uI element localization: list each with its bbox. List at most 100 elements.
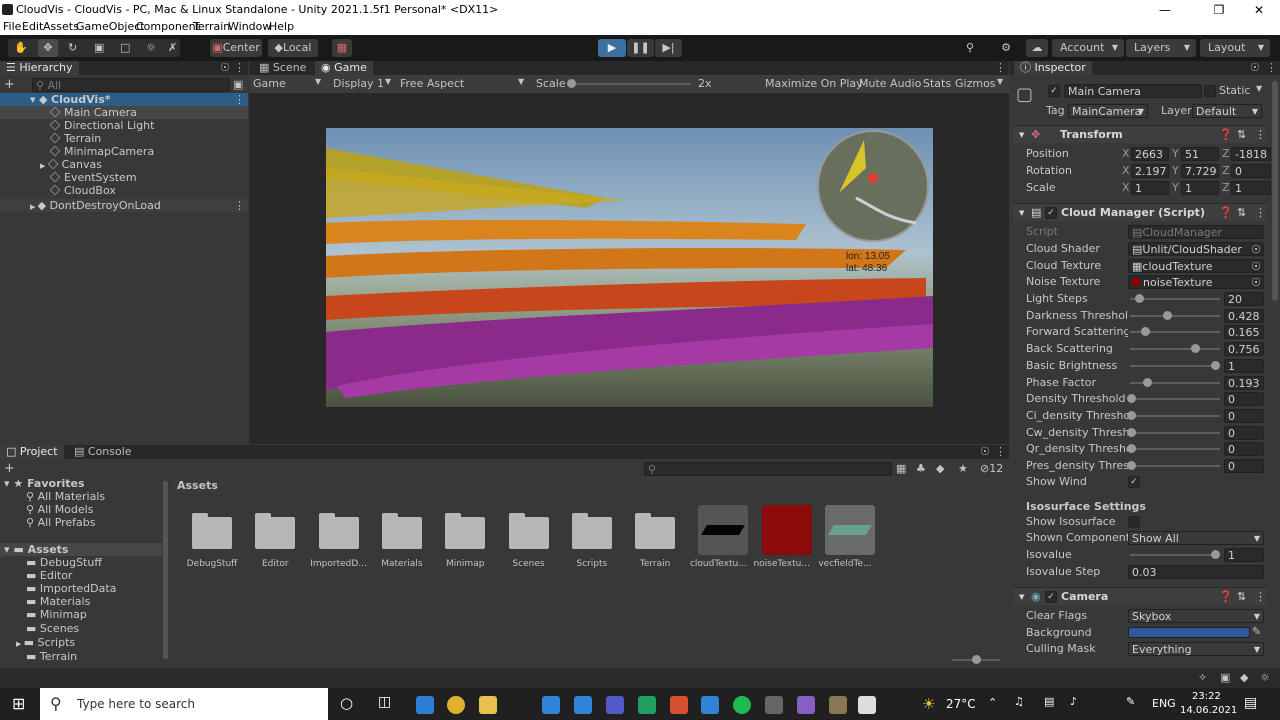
- gizmos-dropdown[interactable]: Gizmos ▼: [955, 77, 1003, 90]
- favorite-all-models[interactable]: ⚲ All Models: [26, 503, 93, 516]
- add-icon[interactable]: +: [4, 78, 18, 91]
- culling-mask-dropdown[interactable]: Everything ▼: [1128, 642, 1264, 656]
- position-z-input[interactable]: -1818: [1231, 147, 1271, 161]
- slider-knob[interactable]: [1211, 360, 1220, 370]
- kebab-menu-icon[interactable]: ⋮: [234, 93, 245, 106]
- maximize-on-play-toggle[interactable]: Maximize On Play: [765, 77, 863, 90]
- dontdestroy-row[interactable]: ▶ ◆ DontDestroyOnLoad ⋮: [0, 199, 248, 212]
- filter-icon[interactable]: ▣: [233, 78, 243, 91]
- slider-knob[interactable]: [1190, 344, 1200, 354]
- label-filter-icon[interactable]: ◆: [936, 462, 944, 475]
- slider-knob[interactable]: [1127, 427, 1136, 437]
- slider-knob[interactable]: [1127, 461, 1136, 470]
- app-icon-1[interactable]: [638, 696, 656, 714]
- progress-icon[interactable]: ◆: [1240, 671, 1248, 684]
- asset-item[interactable]: Terrain: [624, 503, 686, 573]
- windows-start-icon[interactable]: ⊞: [12, 694, 25, 713]
- hierarchy-item-terrain[interactable]: Terrain: [0, 132, 101, 145]
- slider-value-input[interactable]: 0.428: [1224, 308, 1264, 323]
- chevron-up-icon[interactable]: ⌃: [988, 696, 997, 709]
- custom-tool-icon[interactable]: ✗: [168, 39, 177, 57]
- object-picker-icon[interactable]: ☉: [1251, 243, 1261, 255]
- rotation-y-input[interactable]: 7.729: [1181, 164, 1219, 178]
- zoom-icon[interactable]: [574, 696, 592, 714]
- speaker-icon[interactable]: ♪: [1070, 695, 1077, 708]
- layout-dropdown[interactable]: Layout ▼: [1200, 39, 1270, 57]
- pivot-center-button[interactable]: ▣Center: [210, 39, 262, 57]
- help-icon[interactable]: ❓: [1219, 588, 1233, 606]
- asset-item[interactable]: noiseTextu...: [751, 503, 813, 573]
- transform-tool-icon[interactable]: ☼: [146, 39, 156, 57]
- rect-tool-icon[interactable]: □: [120, 39, 130, 57]
- mute-audio-toggle[interactable]: Mute Audio: [859, 77, 921, 90]
- camera-header[interactable]: ▼ ◉ ✓ Camera ❓ ⇅ ⋮: [1013, 587, 1267, 605]
- rotate-tool-icon[interactable]: ↻: [68, 39, 77, 57]
- eyedropper-icon[interactable]: ✎: [1252, 625, 1261, 638]
- tree-scrollbar[interactable]: [163, 481, 168, 659]
- rotation-z-input[interactable]: 0: [1231, 164, 1271, 178]
- tab-scene[interactable]: ▦ Scene: [253, 61, 312, 75]
- pause-button[interactable]: ❚❚: [627, 39, 654, 57]
- object-picker-icon[interactable]: ☉: [1251, 276, 1261, 288]
- type-filter-icon[interactable]: ♣: [916, 462, 926, 475]
- kebab-menu-icon[interactable]: ⋮: [1266, 61, 1277, 74]
- help-icon[interactable]: ❓: [1219, 204, 1233, 222]
- scale-y-axis-label[interactable]: Y: [1172, 181, 1179, 194]
- slider-value-input[interactable]: 20: [1224, 292, 1264, 306]
- network-icon[interactable]: ▤: [1044, 695, 1054, 708]
- cloud-manager-header[interactable]: ▼ ▤ ✓ Cloud Manager (Script) ❓ ⇅ ⋮: [1013, 203, 1267, 221]
- slider-value-input[interactable]: 0: [1224, 408, 1264, 423]
- cache-icon[interactable]: ▣: [1220, 671, 1230, 684]
- menu-terrain[interactable]: Terrain: [193, 20, 230, 33]
- slider-value-input[interactable]: 0: [1224, 392, 1264, 407]
- favorite-icon[interactable]: ★: [958, 462, 968, 475]
- clock-time[interactable]: 23:22: [1192, 691, 1221, 702]
- search-icon[interactable]: ⚲: [958, 39, 982, 57]
- inspector-scrollbar[interactable]: [1272, 81, 1278, 301]
- scale-x-axis-label[interactable]: X: [1122, 181, 1130, 194]
- background-color-field[interactable]: [1128, 627, 1250, 638]
- position-y-axis-label[interactable]: Y: [1172, 147, 1179, 160]
- add-icon[interactable]: +: [4, 461, 15, 476]
- tag-dropdown[interactable]: MainCamera ▼: [1068, 104, 1148, 118]
- favorite-all-prefabs[interactable]: ⚲ All Prefabs: [26, 516, 96, 529]
- project-search-input[interactable]: ⚲: [644, 462, 892, 476]
- rotation-x-axis-label[interactable]: X: [1122, 164, 1130, 177]
- slider-track[interactable]: [1130, 431, 1220, 434]
- menu-help[interactable]: Help: [269, 20, 294, 33]
- hierarchy-item-cloudbox[interactable]: CloudBox: [0, 184, 116, 197]
- tab-game[interactable]: ◉ Game: [315, 61, 373, 75]
- menu-gameobject[interactable]: GameObject: [76, 20, 145, 33]
- chrome-icon[interactable]: [447, 696, 465, 714]
- hierarchy-item-canvas[interactable]: ▶ Canvas: [0, 158, 102, 171]
- slider-track[interactable]: [1130, 364, 1220, 367]
- rotation-z-axis-label[interactable]: Z: [1222, 164, 1230, 177]
- asset-item[interactable]: Scenes: [498, 503, 560, 573]
- asset-item[interactable]: Editor: [244, 503, 306, 573]
- move-tool-icon[interactable]: ✥: [38, 39, 58, 57]
- isovalue-input[interactable]: 1: [1224, 548, 1264, 562]
- tab-console[interactable]: ▤ Console: [68, 445, 138, 459]
- cloud-icon[interactable]: ☁: [1026, 39, 1048, 57]
- slider-track[interactable]: [1130, 348, 1220, 351]
- edge-icon[interactable]: [416, 696, 434, 714]
- active-checkbox[interactable]: ✓: [1048, 85, 1060, 97]
- help-icon[interactable]: ❓: [1219, 126, 1233, 144]
- hidden-packages-icon[interactable]: ⊘12: [980, 462, 1003, 475]
- slider-track[interactable]: [1130, 448, 1220, 451]
- menu-file[interactable]: File: [3, 20, 21, 33]
- static-dropdown-chevron-icon[interactable]: ▼: [1256, 84, 1262, 93]
- collab-icon[interactable]: ⚙: [994, 39, 1018, 57]
- scale-tool-icon[interactable]: ▣: [94, 39, 104, 57]
- cloud-shader-field[interactable]: ▤Unlit/CloudShader ☉: [1128, 242, 1264, 256]
- slider-knob[interactable]: [1127, 410, 1136, 420]
- weather-temp[interactable]: 27°C: [946, 697, 976, 711]
- kebab-menu-icon[interactable]: ⋮: [1255, 204, 1266, 222]
- tab-hierarchy[interactable]: ☰ Hierarchy: [0, 61, 79, 75]
- slider-value-input[interactable]: 0.756: [1224, 342, 1264, 357]
- tab-inspector[interactable]: ⓘ Inspector: [1014, 61, 1092, 75]
- menu-component[interactable]: Component: [136, 20, 200, 33]
- clock-date[interactable]: 14.06.2021: [1180, 705, 1237, 716]
- account-dropdown[interactable]: Account ▼: [1052, 39, 1124, 57]
- asset-item[interactable]: ImportedD...: [308, 503, 370, 573]
